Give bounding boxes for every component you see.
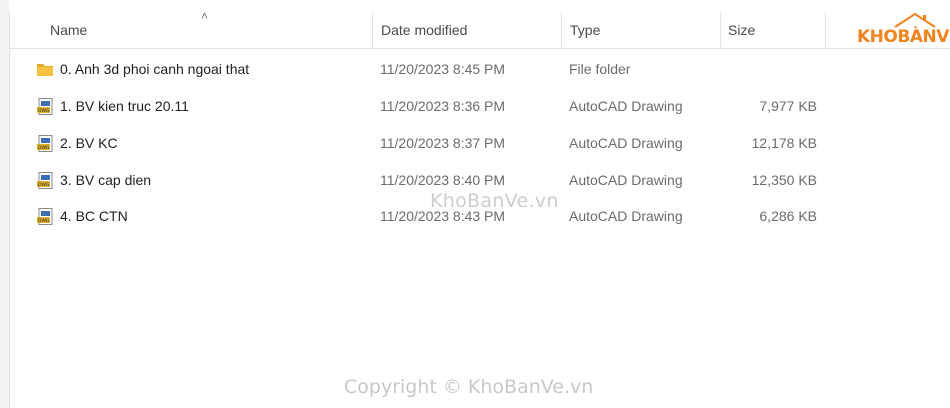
sort-ascending-icon: ˄ (201, 9, 209, 23)
logo-kho: KHO (857, 27, 898, 47)
column-header-date-label: Date modified (381, 22, 468, 38)
file-type: AutoCAD Drawing (569, 208, 683, 224)
file-date-modified: 11/20/2023 8:37 PM (380, 135, 506, 151)
file-name: 0. Anh 3d phoi canh ngoai that (60, 61, 250, 77)
svg-text:DWG: DWG (38, 218, 50, 224)
file-size: 12,350 KB (751, 172, 817, 188)
file-size: 12,178 KB (751, 135, 817, 151)
file-name: 4. BC CTN (60, 208, 128, 224)
file-type: AutoCAD Drawing (569, 135, 683, 151)
file-date-modified: 11/20/2023 8:45 PM (380, 61, 506, 77)
file-name: 3. BV cap dien (60, 172, 152, 188)
file-name: 2. BV KC (60, 135, 118, 151)
file-type: AutoCAD Drawing (569, 172, 683, 188)
house-roof-icon (894, 12, 936, 28)
toolbar-edge (9, 0, 950, 12)
folder-icon (37, 64, 53, 76)
column-header-row: Name ˄ Date modified Type Size (9, 9, 950, 49)
column-header-type[interactable]: Type (560, 12, 720, 48)
file-size: 6,286 KB (759, 208, 817, 224)
column-header-size[interactable]: Size (718, 12, 818, 48)
file-row[interactable]: 0. Anh 3d phoi canh ngoai that 11/20/202… (9, 51, 950, 88)
file-size (721, 51, 817, 88)
file-type: AutoCAD Drawing (569, 98, 683, 114)
column-header-size-label: Size (728, 22, 756, 38)
column-header-date-modified[interactable]: Date modified (371, 12, 561, 48)
dwg-file-icon: DWG (37, 135, 53, 152)
dwg-file-icon: DWG (37, 208, 53, 225)
svg-text:DWG: DWG (38, 145, 50, 151)
dwg-file-icon: DWG (37, 98, 53, 115)
khobanve-logo: KHOBÀNVẼ (857, 12, 950, 52)
file-name: 1. BV kien truc 20.11 (60, 98, 189, 114)
file-row[interactable]: DWG 2. BV KC 11/20/2023 8:37 PM AutoCAD … (9, 125, 950, 162)
svg-text:DWG: DWG (38, 108, 50, 114)
file-date-modified: 11/20/2023 8:36 PM (380, 98, 506, 114)
logo-banve: BÀNVẼ (897, 27, 950, 47)
file-row[interactable]: DWG 1. BV kien truc 20.11 11/20/2023 8:3… (9, 88, 950, 125)
svg-text:DWG: DWG (38, 182, 50, 188)
watermark-text: KhoBanVe.vn (430, 190, 559, 212)
column-divider[interactable] (825, 12, 826, 48)
dwg-file-icon: DWG (37, 172, 53, 189)
file-size: 7,977 KB (759, 98, 817, 114)
copyright-watermark: Copyright © KhoBanVe.vn (344, 376, 594, 398)
column-header-type-label: Type (570, 22, 601, 38)
file-type: File folder (569, 61, 631, 77)
column-header-name-label: Name (50, 22, 88, 38)
